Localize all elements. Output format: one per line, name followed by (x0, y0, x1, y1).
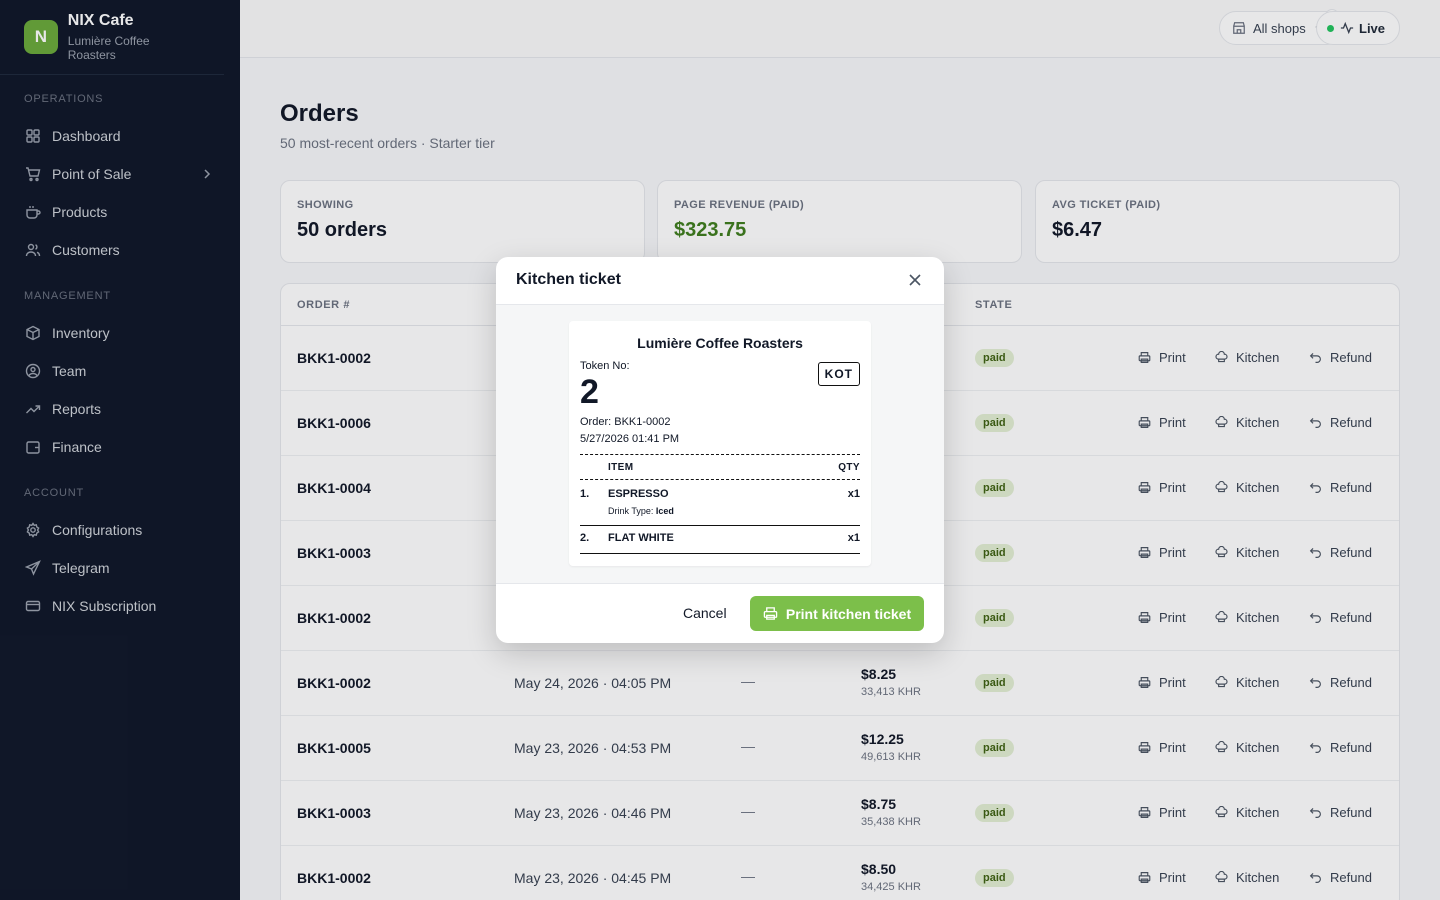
modal-title: Kitchen ticket (516, 271, 621, 288)
kitchen-ticket-preview: Lumière Coffee Roasters Token No: 2 KOT … (569, 321, 871, 566)
modal-header: Kitchen ticket (496, 257, 944, 305)
ticket-item-qty: x1 (847, 488, 860, 500)
ticket-divider (580, 525, 860, 526)
ticket-item-name: FLAT WHITE (608, 532, 674, 544)
ticket-item-name: ESPRESSO (608, 488, 669, 500)
ticket-item-modifier: Drink Type: Iced (608, 506, 674, 516)
close-icon[interactable] (906, 271, 924, 289)
kitchen-ticket-modal: Kitchen ticket Lumière Coffee Roasters T… (496, 257, 944, 643)
ticket-col-qty: QTY (838, 462, 860, 473)
ticket-shop-name: Lumière Coffee Roasters (637, 335, 803, 351)
ticket-item-qty: x1 (847, 532, 860, 544)
ticket-order-number: Order: BKK1-0002 (580, 416, 671, 428)
ticket-kot-badge: KOT (817, 362, 860, 386)
print-kitchen-ticket-button[interactable]: Print kitchen ticket (750, 596, 924, 631)
ticket-col-item: ITEM (608, 462, 634, 473)
ticket-token-number: 2 (580, 373, 599, 411)
ticket-item-number: 2. (580, 532, 590, 544)
ticket-item-number: 1. (580, 488, 590, 500)
printer-icon (763, 606, 778, 621)
modifier-label: Drink Type: (608, 506, 656, 516)
cancel-button[interactable]: Cancel (683, 605, 727, 621)
modal-footer: Cancel Print kitchen ticket (496, 583, 944, 643)
ticket-divider (580, 454, 860, 455)
print-kitchen-ticket-label: Print kitchen ticket (785, 605, 912, 622)
modal-body: Lumière Coffee Roasters Token No: 2 KOT … (496, 305, 944, 583)
modifier-value: Iced (655, 506, 674, 516)
ticket-divider (580, 479, 860, 480)
ticket-token-label: Token No: (580, 360, 630, 372)
ticket-divider (580, 553, 860, 554)
ticket-timestamp: 5/27/2026 01:41 PM (580, 433, 680, 445)
